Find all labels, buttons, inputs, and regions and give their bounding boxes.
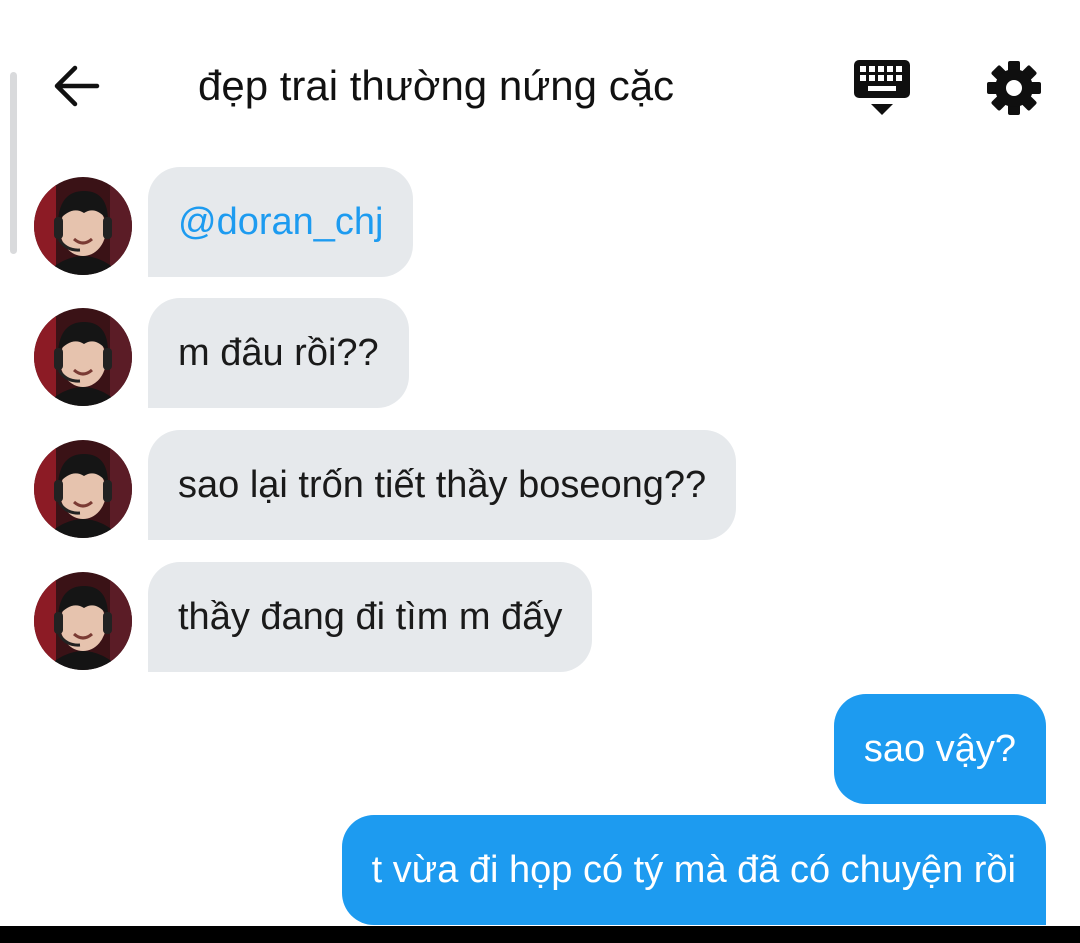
- avatar[interactable]: [34, 440, 132, 538]
- back-button[interactable]: [40, 55, 112, 117]
- avatar[interactable]: [34, 177, 132, 275]
- chat-header: đẹp trai thường nứng cặc: [0, 0, 1080, 150]
- settings-button[interactable]: [982, 56, 1046, 120]
- keyboard-toggle-button[interactable]: [850, 56, 914, 120]
- message-bubble-incoming[interactable]: m đâu rồi??: [148, 298, 409, 408]
- keyboard-hide-icon: [854, 60, 910, 115]
- message-bubble-outgoing[interactable]: sao vậy?: [833, 694, 1046, 804]
- avatar[interactable]: [34, 572, 132, 670]
- message-bubble-incoming[interactable]: thầy đang đi tìm m đấy: [148, 562, 593, 672]
- conversation-title: đẹp trai thường nứng cặc: [198, 62, 675, 109]
- message-bubble-incoming[interactable]: sao lại trốn tiết thầy boseong??: [148, 430, 737, 540]
- arrow-left-icon: [54, 65, 100, 107]
- avatar[interactable]: [34, 308, 132, 406]
- message-bubble-incoming[interactable]: @doran_chj: [148, 167, 414, 277]
- gear-icon: [987, 61, 1041, 115]
- system-navigation-bar: [0, 926, 1080, 943]
- message-bubble-outgoing[interactable]: t vừa đi họp có tý mà đã có chuyện rồi: [341, 815, 1046, 925]
